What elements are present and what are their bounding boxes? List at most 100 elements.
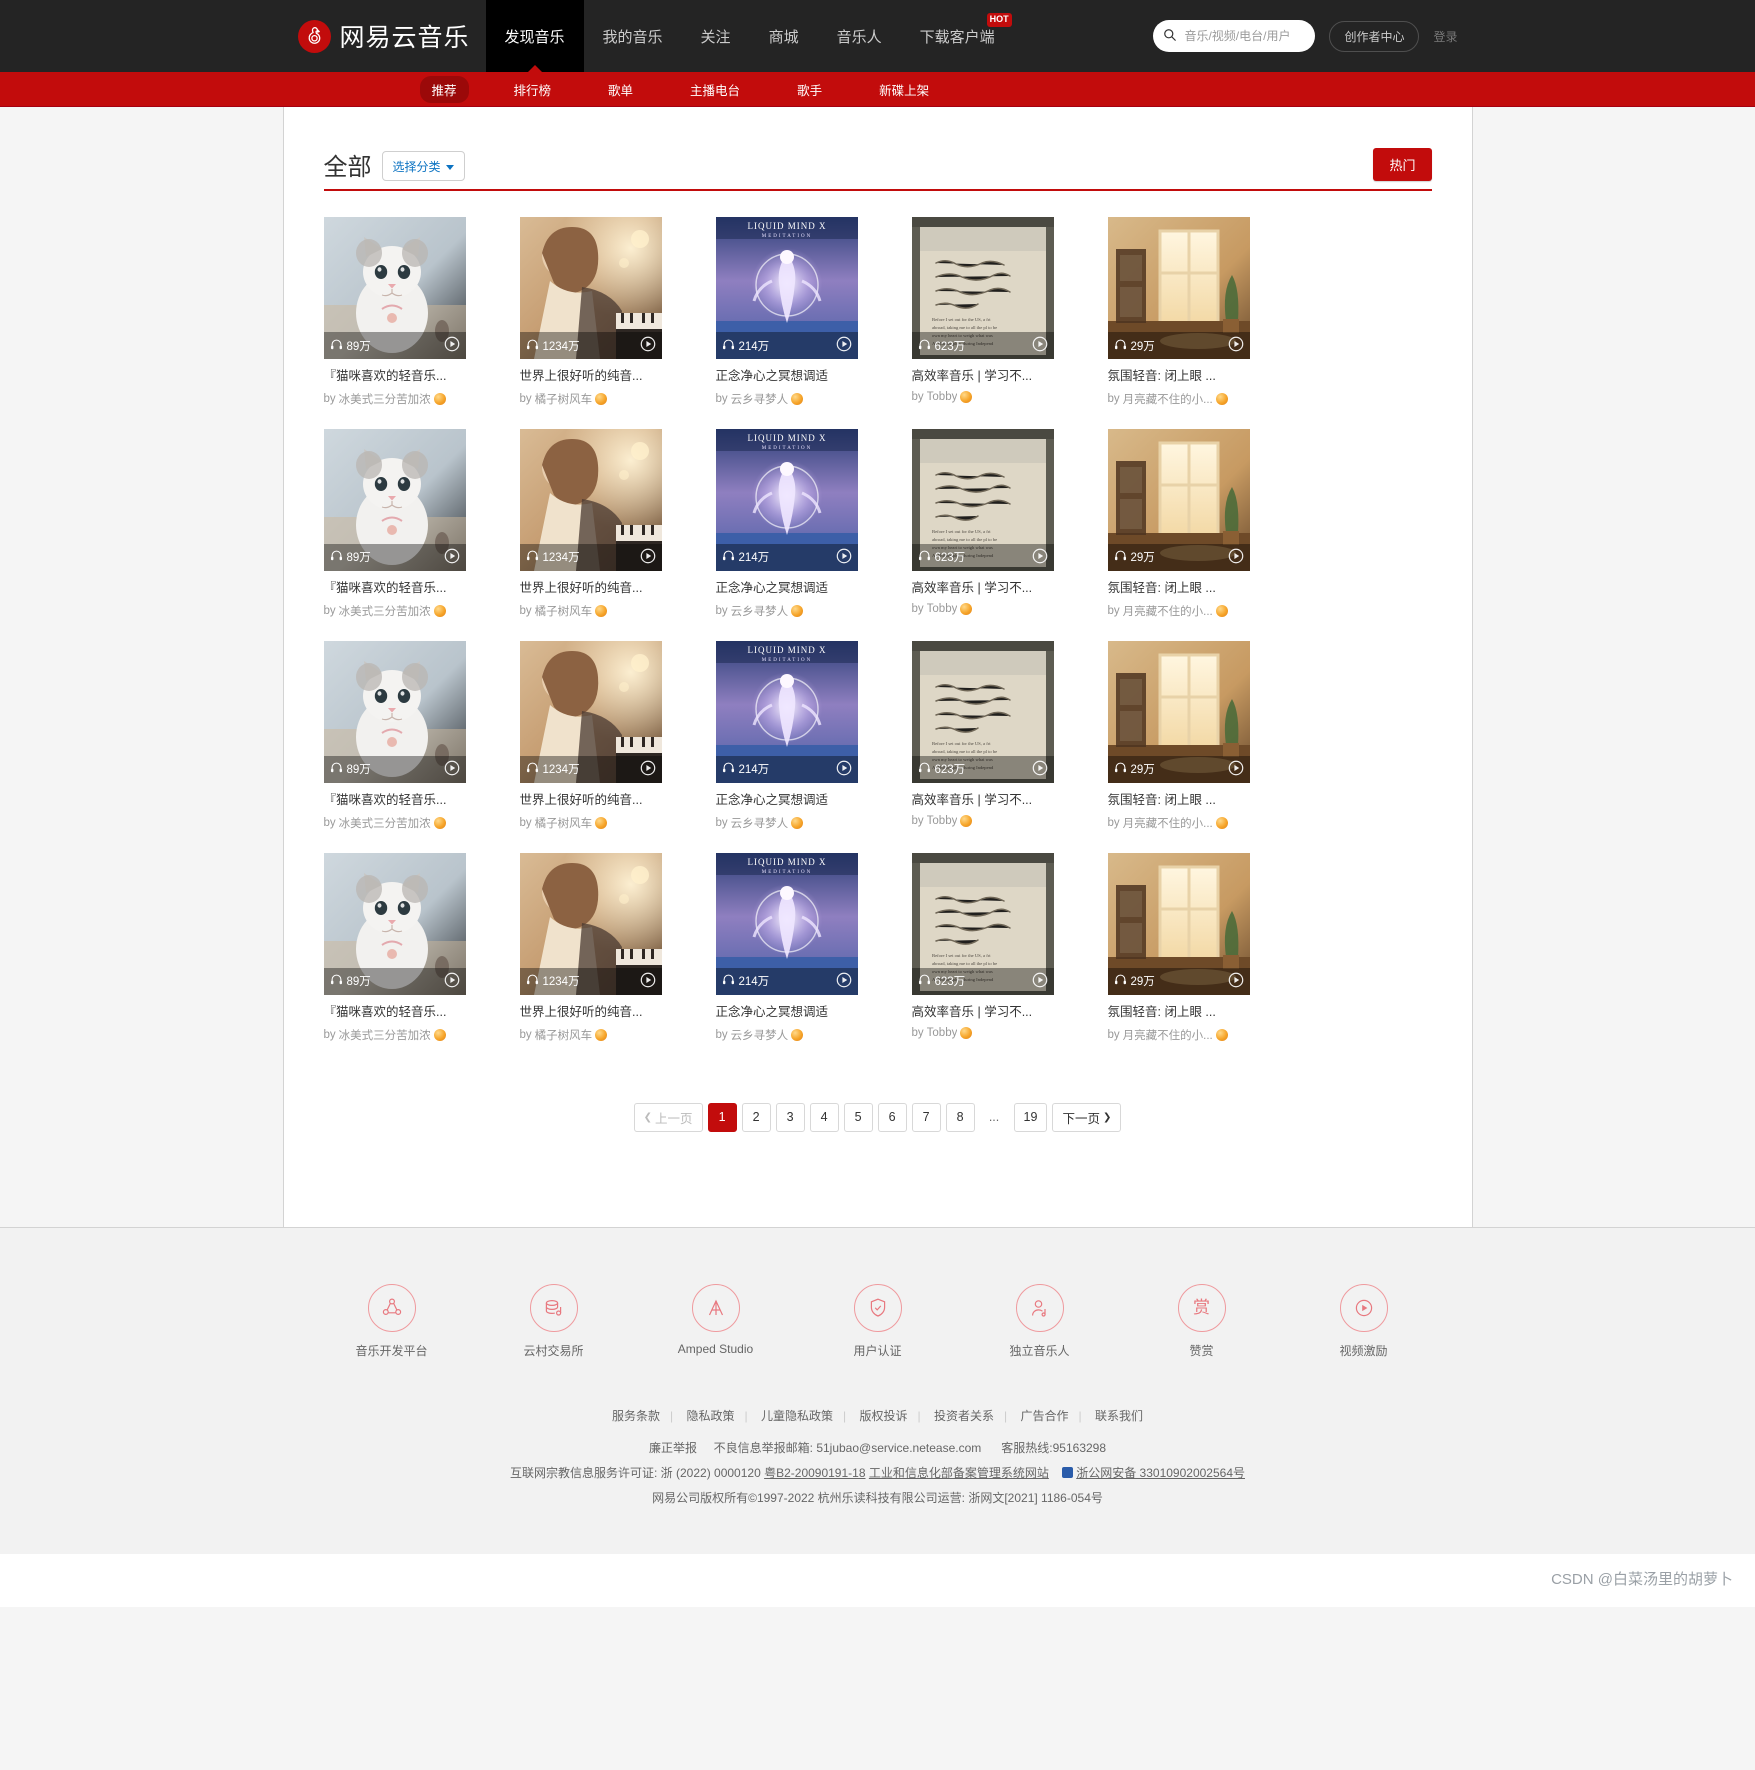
playlist-cover[interactable]: LIQUID MIND X MEDITATION 214万 [715,852,858,995]
playlist-card[interactable]: 89万 『猫咪喜欢的轻音乐... by 冰美式三分苦加浓 [323,217,466,407]
play-button-icon[interactable] [1032,760,1048,779]
playlist-cover[interactable]: 29万 [1107,640,1250,783]
subnav-item-playlist[interactable]: 歌单 [596,76,645,103]
footer-link-investor-relations[interactable]: 投资者关系 [924,1409,1004,1423]
playlist-author[interactable]: by 冰美式三分苦加浓 [324,1027,466,1043]
playlist-author[interactable]: by 月亮藏不住的小... [1108,391,1250,407]
playlist-card[interactable]: Before I set out for the US, a fri abroa… [911,428,1054,619]
playlist-cover[interactable]: 29万 [1107,428,1250,571]
playlist-card[interactable]: 29万 氛围轻音: 闭上眼 ... by 月亮藏不住的小... [1107,217,1250,407]
playlist-card[interactable]: 1234万 世界上很好听的纯音... by 橘子树风车 [519,217,662,407]
playlist-card[interactable]: 1234万 世界上很好听的纯音... by 橘子树风车 [519,852,662,1043]
author-nickname[interactable]: Tobby [927,1027,958,1039]
play-button-icon[interactable] [836,760,852,779]
playlist-card[interactable]: Before I set out for the US, a fri abroa… [911,217,1054,407]
play-button-icon[interactable] [640,336,656,355]
playlist-card[interactable]: 89万 『猫咪喜欢的轻音乐... by 冰美式三分苦加浓 [323,640,466,831]
playlist-cover[interactable]: 1234万 [519,217,662,359]
play-button-icon[interactable] [640,548,656,567]
author-nickname[interactable]: 云乡寻梦人 [731,603,789,619]
playlist-card[interactable]: 29万 氛围轻音: 闭上眼 ... by 月亮藏不住的小... [1107,852,1250,1043]
author-nickname[interactable]: 月亮藏不住的小... [1123,391,1213,407]
playlist-card[interactable]: 1234万 世界上很好听的纯音... by 橘子树风车 [519,428,662,619]
footer-link-copyright-complaint[interactable]: 版权投诉 [849,1409,917,1423]
footer-integrity-report-link[interactable]: 廉正举报 [649,1441,697,1455]
author-nickname[interactable]: 冰美式三分苦加浓 [339,391,431,407]
play-button-icon[interactable] [836,548,852,567]
play-button-icon[interactable] [444,760,460,779]
playlist-cover[interactable]: 89万 [323,428,466,571]
playlist-title[interactable]: 高效率音乐 | 学习不... [912,792,1054,809]
playlist-title[interactable]: 高效率音乐 | 学习不... [912,368,1054,385]
playlist-title[interactable]: 『猫咪喜欢的轻音乐... [324,368,466,385]
footer-link-contact-us[interactable]: 联系我们 [1085,1409,1153,1423]
playlist-author[interactable]: by Tobby [912,1026,1054,1039]
pagination-page-5[interactable]: 5 [843,1102,873,1132]
author-nickname[interactable]: 橘子树风车 [535,391,593,407]
footer-link-child-privacy[interactable]: 儿童隐私政策 [751,1409,843,1423]
pagination-page-7[interactable]: 7 [911,1102,941,1132]
footer-license-gov[interactable]: 工业和信息化部备案管理系统网站 [869,1466,1049,1480]
subnav-item-new-albums[interactable]: 新碟上架 [867,76,941,103]
playlist-cover[interactable]: Before I set out for the US, a fri abroa… [911,217,1054,359]
playlist-author[interactable]: by 云乡寻梦人 [716,1027,858,1043]
playlist-author[interactable]: by 月亮藏不住的小... [1108,603,1250,619]
author-nickname[interactable]: 冰美式三分苦加浓 [339,1027,431,1043]
subnav-item-recommend[interactable]: 推荐 [419,76,469,103]
playlist-cover[interactable]: 1234万 [519,640,662,783]
creator-center-button[interactable]: 创作者中心 [1329,20,1420,52]
footer-service-user-verify[interactable]: 用户认证 [826,1284,930,1359]
playlist-card[interactable]: 29万 氛围轻音: 闭上眼 ... by 月亮藏不住的小... [1107,428,1250,619]
author-nickname[interactable]: 橘子树风车 [535,1027,593,1043]
playlist-cover[interactable]: 1234万 [519,428,662,571]
playlist-author[interactable]: by 云乡寻梦人 [716,815,858,831]
play-button-icon[interactable] [1032,972,1048,991]
playlist-author[interactable]: by 橘子树风车 [520,391,662,407]
playlist-cover[interactable]: 29万 [1107,852,1250,995]
footer-link-terms[interactable]: 服务条款 [602,1409,670,1423]
play-button-icon[interactable] [1228,972,1244,991]
playlist-author[interactable]: by 月亮藏不住的小... [1108,815,1250,831]
playlist-author[interactable]: by 冰美式三分苦加浓 [324,815,466,831]
footer-license-police[interactable]: 浙公网安备 33010902002564号 [1076,1466,1245,1480]
playlist-card[interactable]: 1234万 世界上很好听的纯音... by 橘子树风车 [519,640,662,831]
playlist-author[interactable]: by 冰美式三分苦加浓 [324,603,466,619]
play-button-icon[interactable] [1032,336,1048,355]
play-button-icon[interactable] [444,336,460,355]
playlist-title[interactable]: 世界上很好听的纯音... [520,368,662,385]
playlist-author[interactable]: by 橘子树风车 [520,815,662,831]
pagination-page-4[interactable]: 4 [809,1102,839,1132]
nav-item-musician[interactable]: 音乐人 [818,0,901,72]
author-nickname[interactable]: 橘子树风车 [535,603,593,619]
playlist-card[interactable]: 89万 『猫咪喜欢的轻音乐... by 冰美式三分苦加浓 [323,428,466,619]
playlist-card[interactable]: LIQUID MIND X MEDITATION 214万 正念净心之冥想调适 … [715,428,858,619]
footer-service-video-incentive[interactable]: 视频激励 [1312,1284,1416,1359]
playlist-title[interactable]: 正念净心之冥想调适 [716,580,858,597]
playlist-author[interactable]: by 冰美式三分苦加浓 [324,391,466,407]
pagination-page-2[interactable]: 2 [741,1102,771,1132]
playlist-author[interactable]: by Tobby [912,814,1054,827]
author-nickname[interactable]: 月亮藏不住的小... [1123,603,1213,619]
playlist-author[interactable]: by 云乡寻梦人 [716,391,858,407]
playlist-author[interactable]: by Tobby [912,390,1054,403]
playlist-cover[interactable]: Before I set out for the US, a fri abroa… [911,640,1054,783]
playlist-title[interactable]: 『猫咪喜欢的轻音乐... [324,580,466,597]
nav-item-my-music[interactable]: 我的音乐 [584,0,682,72]
footer-service-independent-musician[interactable]: 独立音乐人 [988,1284,1092,1359]
author-nickname[interactable]: Tobby [927,603,958,615]
playlist-cover[interactable]: 89万 [323,640,466,783]
footer-license-icp[interactable]: 粤B2-20090191-18 [764,1466,865,1480]
author-nickname[interactable]: 冰美式三分苦加浓 [339,603,431,619]
playlist-cover[interactable]: LIQUID MIND X MEDITATION 214万 [715,428,858,571]
pagination-page-19[interactable]: 19 [1013,1102,1048,1132]
playlist-author[interactable]: by 橘子树风车 [520,603,662,619]
subnav-item-ranking[interactable]: 排行榜 [502,76,564,103]
footer-service-music-dev-platform[interactable]: 音乐开发平台 [340,1284,444,1359]
author-nickname[interactable]: 月亮藏不住的小... [1123,815,1213,831]
playlist-title[interactable]: 『猫咪喜欢的轻音乐... [324,1004,466,1021]
play-button-icon[interactable] [444,972,460,991]
playlist-title[interactable]: 正念净心之冥想调适 [716,368,858,385]
playlist-title[interactable]: 『猫咪喜欢的轻音乐... [324,792,466,809]
playlist-title[interactable]: 世界上很好听的纯音... [520,1004,662,1021]
author-nickname[interactable]: Tobby [927,815,958,827]
